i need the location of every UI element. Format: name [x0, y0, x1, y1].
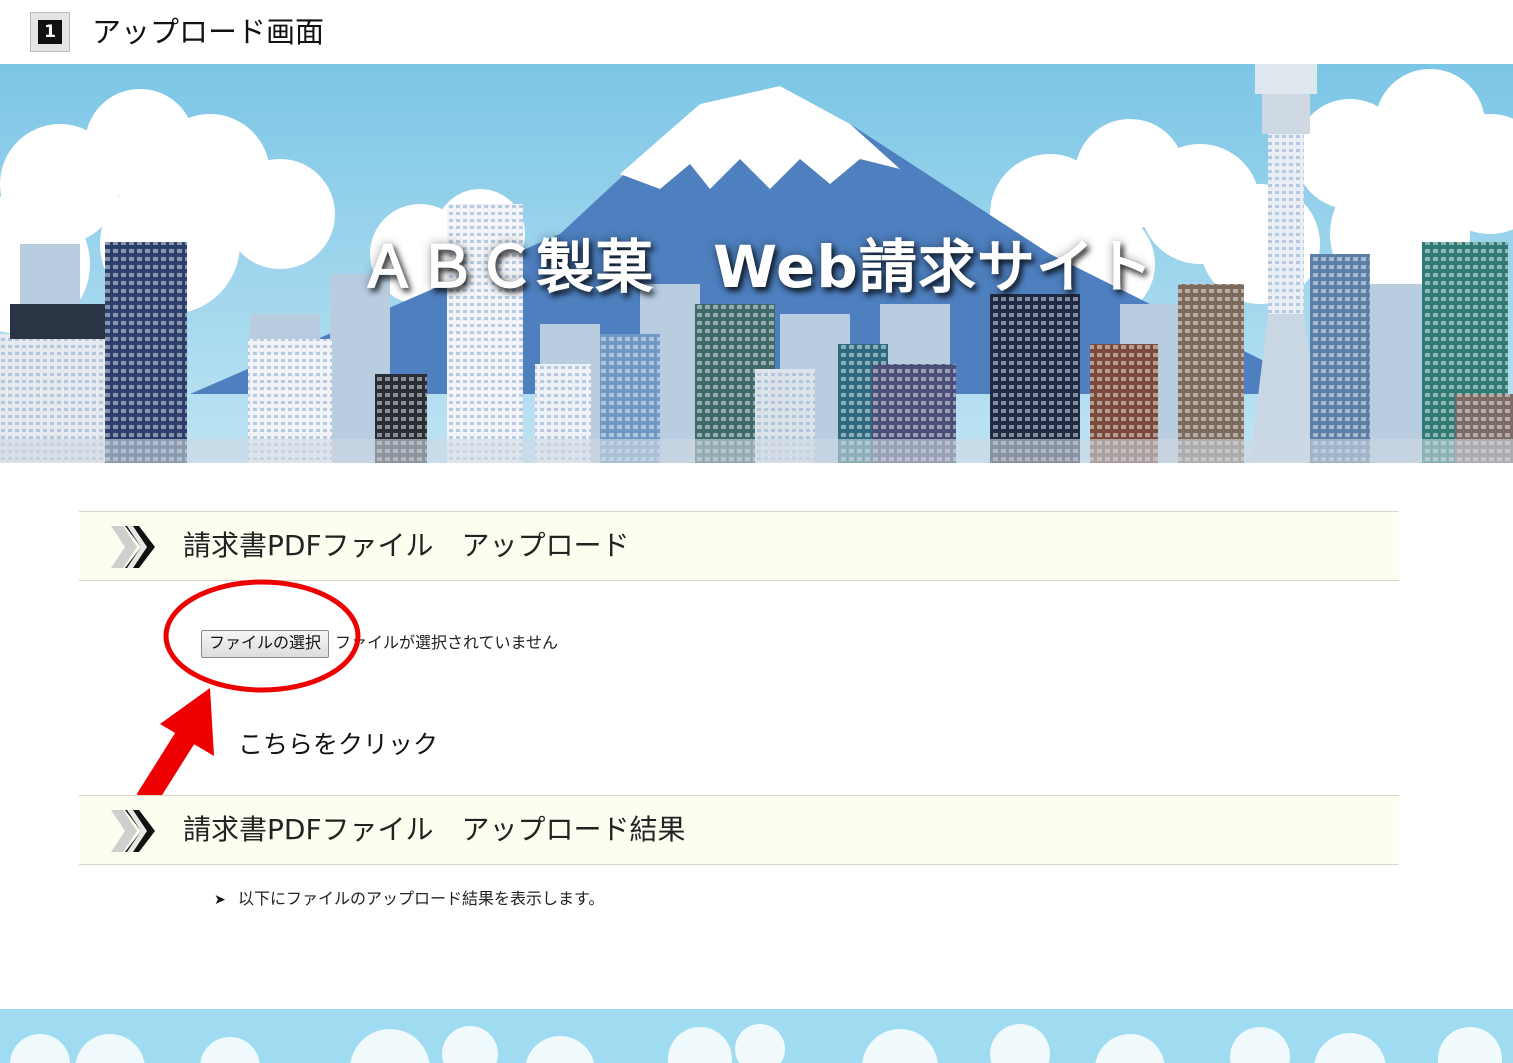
arrow-bullet-icon: ➤: [214, 892, 226, 908]
step-badge: 1: [30, 12, 70, 52]
file-status-text: ファイルが選択されていません: [335, 633, 559, 652]
double-chevron-icon: [111, 526, 155, 568]
step-number: 1: [38, 20, 62, 44]
upload-section-header: 請求書PDFファイル アップロード: [79, 511, 1399, 581]
click-here-label: こちらをクリック: [238, 730, 439, 759]
double-chevron-icon: [111, 810, 155, 852]
choose-file-button[interactable]: ファイルの選択: [201, 630, 329, 658]
red-arrow-icon: [136, 688, 214, 806]
result-section-header: 請求書PDFファイル アップロード結果: [79, 795, 1399, 865]
result-section-title: 請求書PDFファイル アップロード結果: [183, 813, 686, 846]
upload-section-title: 請求書PDFファイル アップロード: [183, 529, 630, 562]
result-message: 以下にファイルのアップロード結果を表示します。: [238, 889, 605, 908]
page-title: アップロード画面: [92, 15, 325, 49]
footer-cloud-banner: [0, 1009, 1513, 1063]
site-title: ＡＢＣ製菓 Web請求サイト: [359, 233, 1154, 301]
